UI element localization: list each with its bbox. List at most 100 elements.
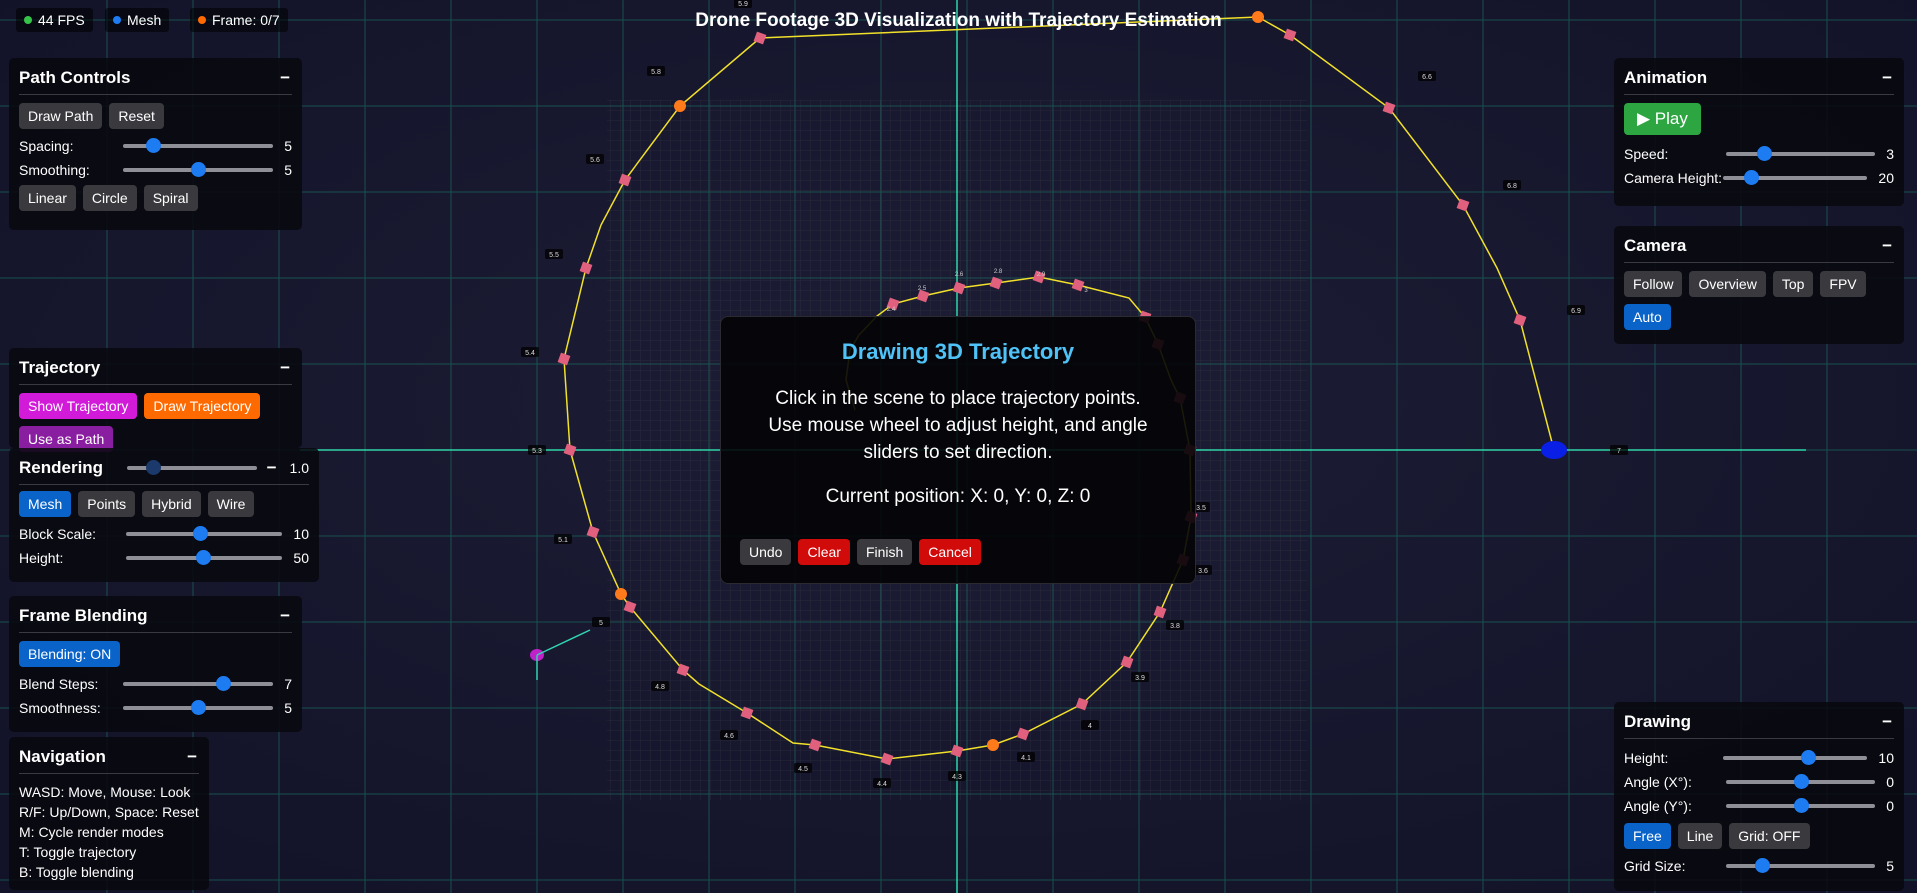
keyframe-marker[interactable] (615, 588, 627, 600)
slider-thumb[interactable] (1756, 146, 1772, 161)
panel-title: Navigation (19, 747, 106, 766)
grid-size-slider[interactable] (1726, 858, 1876, 873)
collapse-button[interactable]: − (278, 606, 292, 626)
draw-path-button[interactable]: Draw Path (19, 103, 103, 129)
drawing-height-row: Height: 10 (1624, 747, 1894, 769)
slider-thumb[interactable] (145, 460, 161, 475)
keyframe-marker[interactable] (674, 100, 686, 112)
points-mode-button[interactable]: Points (78, 491, 136, 517)
slider-thumb[interactable] (195, 550, 211, 565)
angle-y-slider[interactable] (1726, 798, 1876, 813)
slider-thumb[interactable] (1755, 858, 1771, 873)
follow-camera-button[interactable]: Follow (1624, 271, 1683, 297)
panel-title: Rendering (19, 458, 104, 477)
hybrid-mode-button[interactable]: Hybrid (142, 491, 201, 517)
play-button[interactable]: ▶ Play (1624, 103, 1701, 135)
smoothness-label: Smoothness: (19, 700, 101, 716)
point-label: 3.5 (1196, 505, 1206, 512)
smoothing-value: 5 (284, 162, 292, 178)
point-label: 4.6 (724, 733, 734, 740)
blue-dot-icon (113, 16, 121, 24)
drone-marker[interactable] (1541, 441, 1567, 459)
path-controls-header: Path Controls − (19, 64, 292, 95)
reset-button[interactable]: Reset (109, 103, 164, 129)
navigation-header: Navigation − (19, 743, 199, 774)
slider-thumb[interactable] (190, 162, 206, 177)
blend-steps-slider[interactable] (122, 676, 274, 691)
camera-panel: Camera − Follow Overview Top FPV Auto (1614, 226, 1904, 344)
keyframe-marker[interactable] (987, 739, 999, 751)
slider-thumb[interactable] (192, 526, 208, 541)
collapse-button[interactable]: − (1880, 236, 1894, 256)
nav-hint: B: Toggle blending (19, 864, 134, 880)
point-label: 4.4 (877, 781, 887, 788)
point-label: 5.9 (738, 1, 748, 8)
current-position-readout: Current position: X: 0, Y: 0, Z: 0 (825, 486, 1091, 507)
block-scale-label: Block Scale: (19, 526, 97, 542)
slider-thumb[interactable] (145, 138, 161, 153)
slider-thumb[interactable] (190, 700, 206, 715)
free-draw-button[interactable]: Free (1624, 823, 1671, 849)
slider-thumb[interactable] (216, 676, 232, 691)
wire-mode-button[interactable]: Wire (207, 491, 255, 517)
collapse-button[interactable]: − (265, 458, 279, 478)
slider-thumb[interactable] (1793, 774, 1809, 789)
collapse-button[interactable]: − (278, 68, 292, 88)
green-dot-icon (24, 16, 32, 24)
point-label: 5.8 (651, 69, 661, 76)
point-label: 7 (1617, 448, 1621, 455)
cancel-button[interactable]: Cancel (919, 539, 981, 565)
point-label: 6.6 (1422, 74, 1432, 81)
height-row: Height: 50 (19, 547, 309, 569)
point-label: 2.8 (994, 269, 1003, 275)
overview-camera-button[interactable]: Overview (1689, 271, 1766, 297)
draw-trajectory-button[interactable]: Draw Trajectory (144, 393, 261, 419)
rendering-header: Rendering − 1.0 (19, 454, 309, 485)
finish-button[interactable]: Finish (856, 539, 913, 565)
grid-size-value: 5 (1886, 858, 1894, 874)
navigation-panel: Navigation − WASD: Move, Mouse: Look R/F… (9, 737, 209, 890)
slider-thumb[interactable] (1793, 798, 1809, 813)
panel-title: Trajectory (19, 358, 101, 377)
camera-height-slider[interactable] (1723, 170, 1868, 185)
circle-button[interactable]: Circle (82, 185, 137, 211)
height-slider[interactable] (126, 550, 283, 565)
speed-slider[interactable] (1726, 146, 1876, 161)
drawing-height-slider[interactable] (1723, 750, 1868, 765)
show-trajectory-button[interactable]: Show Trajectory (19, 393, 138, 419)
spiral-button[interactable]: Spiral (143, 185, 198, 211)
slider-thumb[interactable] (1743, 170, 1759, 185)
slider-thumb[interactable] (1801, 750, 1817, 765)
angle-x-label: Angle (X°): (1624, 774, 1692, 790)
block-scale-slider[interactable] (126, 526, 283, 541)
fpv-camera-button[interactable]: FPV (1820, 271, 1866, 297)
top-camera-button[interactable]: Top (1772, 271, 1814, 297)
auto-camera-button[interactable]: Auto (1624, 304, 1671, 330)
spacing-row: Spacing: 5 (19, 135, 292, 157)
point-label: 4.5 (798, 766, 808, 773)
angle-y-label: Angle (Y°): (1624, 798, 1692, 814)
drawing-trajectory-dialog: Drawing 3D Trajectory Click in the scene… (720, 316, 1196, 584)
grid-size-label: Grid Size: (1624, 858, 1686, 874)
spacing-slider[interactable] (122, 138, 274, 153)
collapse-button[interactable]: − (185, 747, 199, 767)
trajectory-header: Trajectory − (19, 354, 292, 385)
smoothing-slider[interactable] (122, 162, 274, 177)
clear-button[interactable]: Clear (798, 539, 850, 565)
frame-blending-panel: Frame Blending − Blending: ON Blend Step… (9, 596, 302, 732)
mesh-mode-button[interactable]: Mesh (19, 491, 72, 517)
dialog-instructions: Click in the scene to place trajectory p… (721, 385, 1195, 466)
frame-indicator: Frame: 0/7 (190, 8, 288, 32)
undo-button[interactable]: Undo (740, 539, 792, 565)
animation-panel: Animation − ▶ Play Speed: 3 Camera Heigh… (1614, 58, 1904, 206)
angle-x-slider[interactable] (1726, 774, 1876, 789)
line-draw-button[interactable]: Line (1677, 823, 1723, 849)
smoothness-slider[interactable] (122, 700, 274, 715)
collapse-button[interactable]: − (1880, 712, 1894, 732)
collapse-button[interactable]: − (278, 358, 292, 378)
blending-toggle-button[interactable]: Blending: ON (19, 641, 121, 667)
grid-toggle-button[interactable]: Grid: OFF (1729, 823, 1810, 849)
collapse-button[interactable]: − (1880, 68, 1894, 88)
opacity-slider[interactable] (126, 460, 257, 475)
linear-button[interactable]: Linear (19, 185, 76, 211)
